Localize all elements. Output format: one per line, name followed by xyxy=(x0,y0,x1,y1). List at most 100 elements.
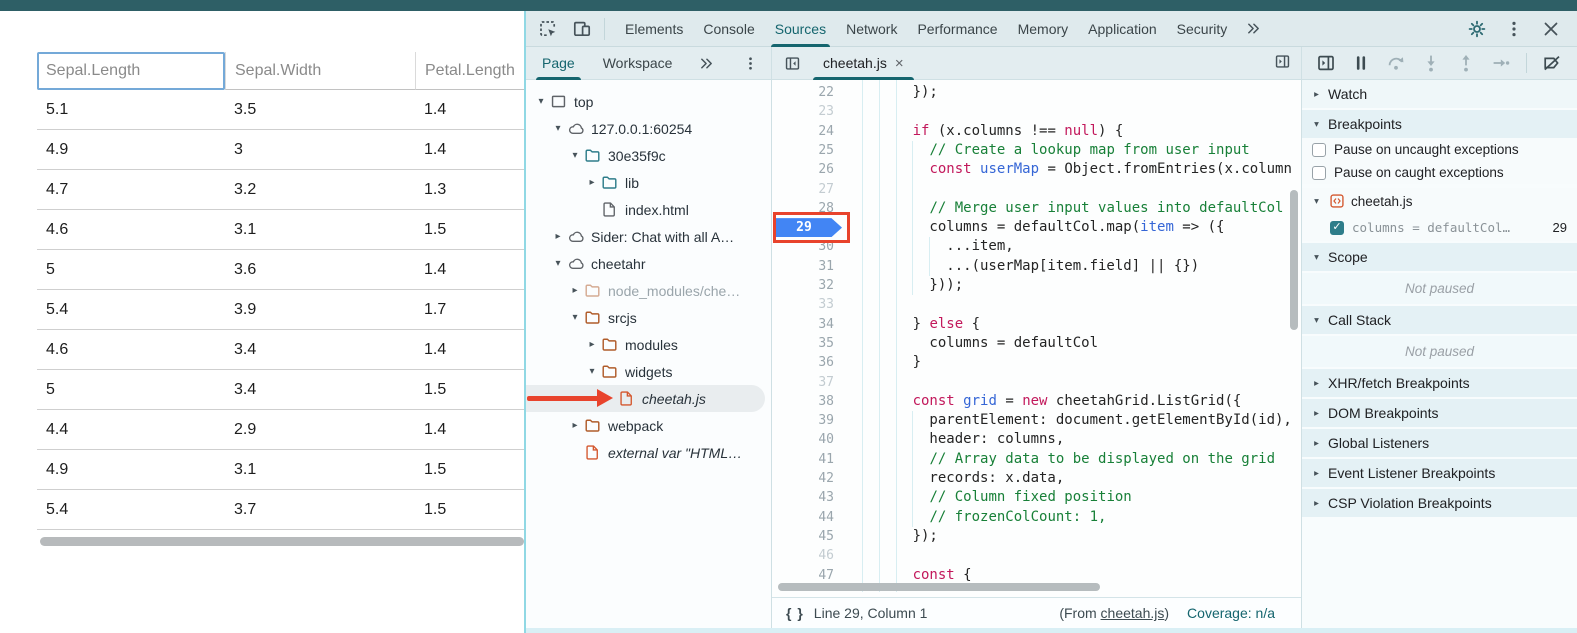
navigator-tab-page[interactable]: Page xyxy=(540,47,577,80)
chevron-double-right-icon[interactable] xyxy=(1245,20,1262,37)
tree-item-127-0-0-1-60254[interactable]: ▾127.0.0.1:60254 xyxy=(526,115,771,142)
tree-item-node-modules-che[interactable]: ▸node_modules/che… xyxy=(526,277,771,304)
breakpoint-entry[interactable]: ✓columns = defaultCol…29 xyxy=(1302,214,1577,241)
tab-sources[interactable]: Sources xyxy=(765,11,836,47)
grid-cell[interactable]: 5.4 xyxy=(37,490,225,530)
grid-cell[interactable]: 1.7 xyxy=(415,290,524,330)
grid-cell[interactable]: 4.7 xyxy=(37,170,225,210)
tree-item-index-html[interactable]: index.html xyxy=(526,196,771,223)
collapsed-triangle-icon[interactable]: ▸ xyxy=(551,231,565,242)
code-line[interactable]: 39 parentElement: document.getElementByI… xyxy=(772,411,1301,431)
code-line[interactable]: 35 columns = defaultCol xyxy=(772,334,1301,354)
inspect-icon[interactable] xyxy=(538,19,558,39)
grid-header-petal-length[interactable]: Petal.Length xyxy=(415,52,524,90)
line-number[interactable]: 27 xyxy=(772,180,834,199)
grid-horizontal-scrollbar[interactable] xyxy=(40,537,524,546)
line-number[interactable]: 43 xyxy=(772,488,834,507)
grid-cell[interactable]: 3.4 xyxy=(225,370,415,410)
code-line[interactable]: 30 ...item, xyxy=(772,237,1301,257)
section-dom-breakpoints[interactable]: ▸DOM Breakpoints xyxy=(1302,399,1577,427)
grid-cell[interactable]: 5.4 xyxy=(37,290,225,330)
code-line[interactable]: 26 const userMap = Object.fromEntries(x.… xyxy=(772,160,1301,180)
code-line[interactable]: 29 columns = defaultCol.map(item => ({ xyxy=(772,218,1301,238)
grid-cell[interactable]: 5.1 xyxy=(37,90,225,130)
pause-icon[interactable] xyxy=(1351,53,1371,73)
grid-cell[interactable]: 1.5 xyxy=(415,370,524,410)
grid-header-sepal-length[interactable]: Sepal.Length xyxy=(37,52,225,90)
code-line[interactable]: 23 xyxy=(772,102,1301,122)
line-number[interactable]: 25 xyxy=(772,141,834,160)
line-number[interactable]: 40 xyxy=(772,430,834,449)
tree-item-30e35f9c[interactable]: ▾30e35f9c xyxy=(526,142,771,169)
grid-cell[interactable]: 3.1 xyxy=(225,210,415,250)
code-line[interactable]: 31 ...(userMap[item.field] || {}) xyxy=(772,257,1301,277)
kebab-menu-icon[interactable] xyxy=(742,55,759,72)
code-line[interactable]: 38 const grid = new cheetahGrid.ListGrid… xyxy=(772,392,1301,412)
code-line[interactable]: 27 xyxy=(772,180,1301,200)
section-breakpoints[interactable]: ▾Breakpoints xyxy=(1302,110,1577,138)
grid-cell[interactable]: 3 xyxy=(225,130,415,170)
code-line[interactable]: 34 } else { xyxy=(772,315,1301,335)
grid-cell[interactable]: 1.5 xyxy=(415,450,524,490)
tab-close-icon[interactable]: × xyxy=(895,56,904,71)
line-number[interactable]: 33 xyxy=(772,295,834,314)
code-line[interactable]: 46 xyxy=(772,546,1301,566)
collapsed-triangle-icon[interactable]: ▸ xyxy=(568,285,582,296)
code-area[interactable]: 22 });2324 if (x.columns !== null) {25 /… xyxy=(772,80,1301,597)
code-line[interactable]: 43 // Column fixed position xyxy=(772,488,1301,508)
checkbox[interactable] xyxy=(1312,166,1326,180)
code-line[interactable]: 22 }); xyxy=(772,83,1301,103)
code-line[interactable]: 42 records: x.data, xyxy=(772,469,1301,489)
grid-cell[interactable]: 1.4 xyxy=(415,250,524,290)
kebab-menu-icon[interactable] xyxy=(1504,19,1524,39)
code-line[interactable]: 44 // frozenColCount: 1, xyxy=(772,508,1301,528)
tree-item-webpack[interactable]: ▸webpack xyxy=(526,412,771,439)
line-number[interactable]: 44 xyxy=(772,508,834,527)
grid-cell[interactable]: 4.6 xyxy=(37,330,225,370)
pretty-print-braces-icon[interactable]: { } xyxy=(786,605,804,621)
step-out-icon[interactable] xyxy=(1456,53,1476,73)
line-number[interactable]: 38 xyxy=(772,392,834,411)
line-number[interactable]: 35 xyxy=(772,334,834,353)
line-number[interactable]: 47 xyxy=(772,566,834,585)
tree-item-external-var-html[interactable]: external var "HTML… xyxy=(526,439,771,466)
collapse-navigator-panel-icon[interactable] xyxy=(784,55,801,72)
expanded-triangle-icon[interactable]: ▾ xyxy=(551,123,565,134)
close-icon[interactable] xyxy=(1541,19,1561,39)
line-number[interactable]: 36 xyxy=(772,353,834,372)
grid-cell[interactable]: 1.3 xyxy=(415,170,524,210)
grid-cell[interactable]: 2.9 xyxy=(225,410,415,450)
expanded-triangle-icon[interactable]: ▾ xyxy=(585,366,599,377)
tab-cheetah-js[interactable]: cheetah.js × xyxy=(811,47,916,80)
step-icon[interactable] xyxy=(1491,53,1511,73)
tab-memory[interactable]: Memory xyxy=(1008,11,1079,47)
tab-elements[interactable]: Elements xyxy=(615,11,693,47)
line-number[interactable]: 42 xyxy=(772,469,834,488)
expanded-triangle-icon[interactable]: ▾ xyxy=(551,258,565,269)
section-scope[interactable]: ▾Scope xyxy=(1302,243,1577,271)
tree-item-widgets[interactable]: ▾widgets xyxy=(526,358,771,385)
grid-cell[interactable]: 3.5 xyxy=(225,90,415,130)
section-watch[interactable]: ▸Watch xyxy=(1302,80,1577,108)
section-call-stack[interactable]: ▾Call Stack xyxy=(1302,306,1577,334)
line-number[interactable]: 31 xyxy=(772,257,834,276)
collapsed-triangle-icon[interactable]: ▸ xyxy=(568,420,582,431)
grid-cell[interactable]: 1.4 xyxy=(415,330,524,370)
grid-cell[interactable]: 3.7 xyxy=(225,490,415,530)
code-line[interactable]: 24 if (x.columns !== null) { xyxy=(772,122,1301,142)
code-line[interactable]: 36 } xyxy=(772,353,1301,373)
line-number[interactable]: 45 xyxy=(772,527,834,546)
grid-cell[interactable]: 3.1 xyxy=(225,450,415,490)
expanded-triangle-icon[interactable]: ▾ xyxy=(534,96,548,107)
grid-cell[interactable]: 3.4 xyxy=(225,330,415,370)
tree-item-top[interactable]: ▾top xyxy=(526,88,771,115)
grid-cell[interactable]: 1.4 xyxy=(415,90,524,130)
grid-cell[interactable]: 5 xyxy=(37,370,225,410)
coverage-link[interactable]: Coverage: n/a xyxy=(1187,605,1275,621)
grid-header-sepal-width[interactable]: Sepal.Width xyxy=(225,52,415,90)
tab-security[interactable]: Security xyxy=(1167,11,1238,47)
grid-cell[interactable]: 1.4 xyxy=(415,410,524,450)
grid-cell[interactable]: 1.5 xyxy=(415,490,524,530)
code-line[interactable]: 37 xyxy=(772,373,1301,393)
grid-cell[interactable]: 1.4 xyxy=(415,130,524,170)
